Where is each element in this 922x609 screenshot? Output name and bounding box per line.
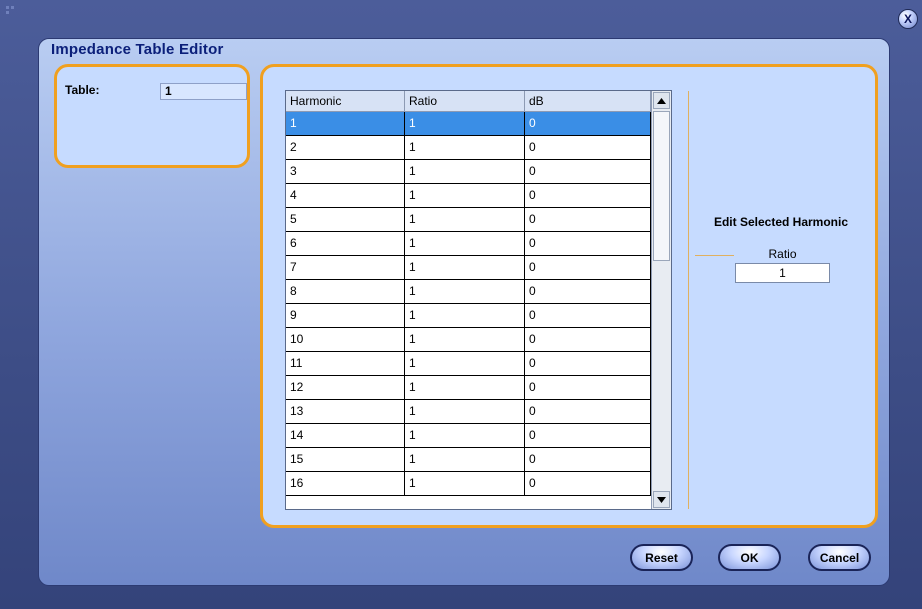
grip-icon <box>6 6 14 14</box>
column-header-db[interactable]: dB <box>525 91 651 111</box>
cell-db: 0 <box>525 208 651 231</box>
cell-harmonic: 8 <box>286 280 405 303</box>
cell-harmonic: 10 <box>286 328 405 351</box>
cell-harmonic: 15 <box>286 448 405 471</box>
cell-ratio: 1 <box>405 304 525 327</box>
cell-db: 0 <box>525 232 651 255</box>
cell-ratio: 1 <box>405 112 525 135</box>
cell-db: 0 <box>525 448 651 471</box>
cell-ratio: 1 <box>405 472 525 495</box>
table-row[interactable]: 16 1 0 <box>286 472 651 496</box>
cell-ratio: 1 <box>405 256 525 279</box>
cell-ratio: 1 <box>405 424 525 447</box>
cell-harmonic: 5 <box>286 208 405 231</box>
cell-ratio: 1 <box>405 376 525 399</box>
harmonic-grid: Harmonic Ratio dB 1102103104105106107108… <box>285 90 672 510</box>
cell-ratio: 1 <box>405 448 525 471</box>
cell-db: 0 <box>525 472 651 495</box>
grid-header: Harmonic Ratio dB <box>286 91 671 112</box>
table-selector-panel: Table: 1 <box>54 64 250 168</box>
cell-db: 0 <box>525 304 651 327</box>
table-row[interactable]: 310 <box>286 160 651 184</box>
arrow-up-icon <box>657 97 666 104</box>
cell-harmonic: 16 <box>286 472 405 495</box>
scroll-down-button[interactable] <box>653 491 670 508</box>
cell-db: 0 <box>525 256 651 279</box>
cell-ratio: 1 <box>405 400 525 423</box>
cell-db: 0 <box>525 136 651 159</box>
connector-line <box>695 255 734 256</box>
close-button[interactable]: X <box>898 9 918 29</box>
cell-db: 0 <box>525 352 651 375</box>
column-header-ratio[interactable]: Ratio <box>405 91 525 111</box>
table-row[interactable]: 610 <box>286 232 651 256</box>
cell-ratio: 1 <box>405 232 525 255</box>
cell-db: 0 <box>525 184 651 207</box>
table-row[interactable]: 12 1 0 <box>286 376 651 400</box>
edit-selected-harmonic-heading: Edit Selected Harmonic <box>713 215 849 229</box>
cell-harmonic: 6 <box>286 232 405 255</box>
table-row[interactable]: 210 <box>286 136 651 160</box>
panel-divider <box>688 91 689 509</box>
table-row[interactable]: 14 1 0 <box>286 424 651 448</box>
table-row[interactable]: 10 1 0 <box>286 328 651 352</box>
column-header-harmonic[interactable]: Harmonic <box>286 91 405 111</box>
grid-body: 1 1 0 2 1 0 3 1 0 4 1 0 5 1 0 6 1 0 7 1 0 8 1 0 9 1 0 10 1 0 11 1 0 12 1 0 1… <box>286 112 651 496</box>
table-row[interactable]: 11 1 0 <box>286 352 651 376</box>
impedance-table-editor-dialog: Impedance Table Editor Table: 1 Harmonic… <box>38 38 890 586</box>
table-row[interactable]: 510 <box>286 208 651 232</box>
cell-harmonic: 12 <box>286 376 405 399</box>
cell-db: 0 <box>525 328 651 351</box>
scroll-up-button[interactable] <box>653 92 670 109</box>
cancel-button[interactable]: Cancel <box>808 544 871 571</box>
cell-harmonic: 13 <box>286 400 405 423</box>
grid-scrollbar[interactable] <box>651 91 671 509</box>
table-row[interactable]: 910 <box>286 304 651 328</box>
close-icon: X <box>903 12 912 26</box>
harmonic-table-panel: Harmonic Ratio dB 1102103104105106107108… <box>260 64 878 528</box>
reset-button[interactable]: Reset <box>630 544 693 571</box>
cell-ratio: 1 <box>405 136 525 159</box>
cell-ratio: 1 <box>405 184 525 207</box>
cell-ratio: 1 <box>405 328 525 351</box>
cell-harmonic: 2 <box>286 136 405 159</box>
cell-harmonic: 7 <box>286 256 405 279</box>
cell-db: 0 <box>525 424 651 447</box>
cell-ratio: 1 <box>405 352 525 375</box>
cell-harmonic: 1 <box>286 112 405 135</box>
cell-db: 0 <box>525 400 651 423</box>
table-row[interactable]: 15 1 0 <box>286 448 651 472</box>
cell-harmonic: 14 <box>286 424 405 447</box>
cell-harmonic: 9 <box>286 304 405 327</box>
arrow-down-icon <box>657 496 666 503</box>
ok-button[interactable]: OK <box>718 544 781 571</box>
cell-ratio: 1 <box>405 208 525 231</box>
cell-db: 0 <box>525 376 651 399</box>
cell-db: 0 <box>525 160 651 183</box>
table-row[interactable]: 710 <box>286 256 651 280</box>
cell-ratio: 1 <box>405 160 525 183</box>
cell-db: 0 <box>525 112 651 135</box>
table-row[interactable]: 810 <box>286 280 651 304</box>
table-number-field[interactable]: 1 <box>160 83 247 100</box>
cell-db: 0 <box>525 280 651 303</box>
dialog-title: Impedance Table Editor <box>51 41 224 58</box>
ratio-label: Ratio <box>768 247 797 261</box>
ratio-input[interactable]: 1 <box>735 263 830 283</box>
table-row[interactable]: 13 1 0 <box>286 400 651 424</box>
table-row[interactable]: 410 <box>286 184 651 208</box>
table-row[interactable]: 110 <box>286 112 651 136</box>
cell-harmonic: 4 <box>286 184 405 207</box>
cell-ratio: 1 <box>405 280 525 303</box>
cell-harmonic: 3 <box>286 160 405 183</box>
scroll-thumb[interactable] <box>653 111 670 261</box>
cell-harmonic: 11 <box>286 352 405 375</box>
table-label: Table: <box>65 83 100 97</box>
